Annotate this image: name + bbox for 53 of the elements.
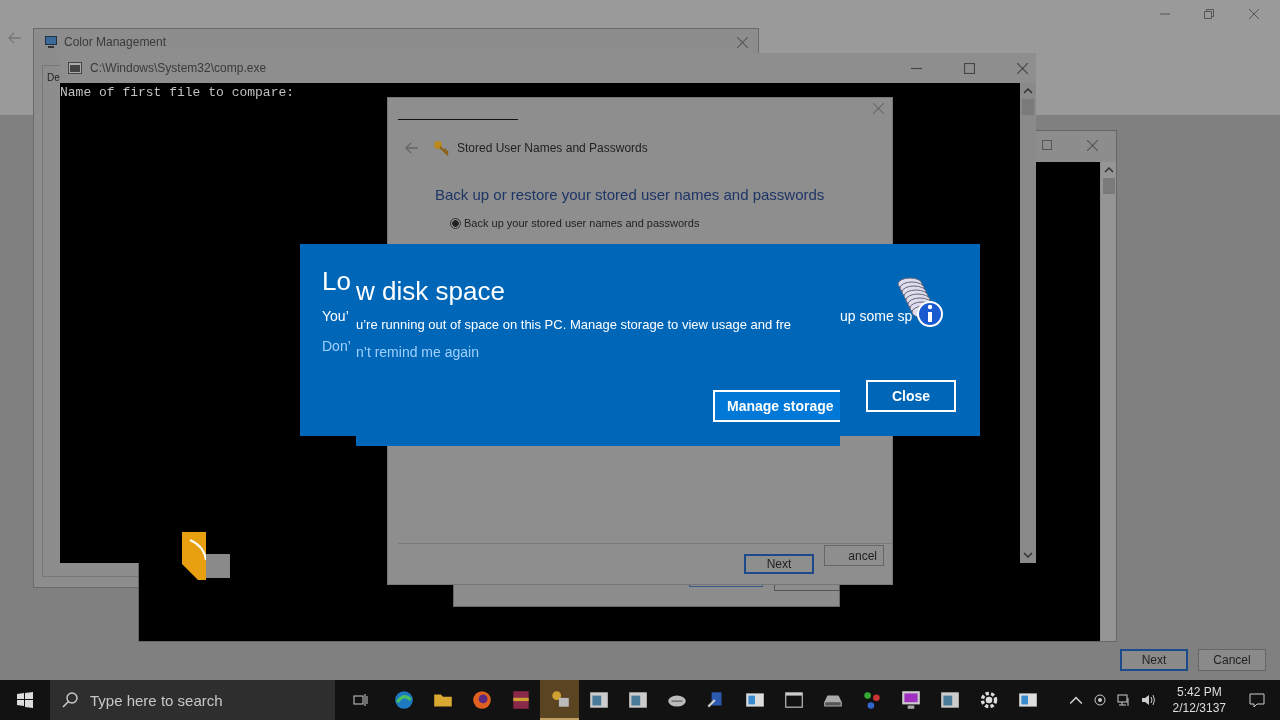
dialog-button[interactable]: Next xyxy=(1120,649,1188,671)
next-button[interactable]: Next xyxy=(744,554,814,574)
radio-button[interactable] xyxy=(450,217,461,229)
page-title: Stored User Names and Passwords xyxy=(457,141,648,155)
clock-date[interactable]: 2/12/3137 xyxy=(1172,700,1226,716)
radio-option[interactable]: Back up your stored user names and passwords xyxy=(388,203,892,229)
monitor-icon xyxy=(899,689,922,711)
task-view-icon[interactable] xyxy=(352,692,368,708)
manage-storage-button[interactable]: Manage storage xyxy=(713,390,840,422)
search-icon xyxy=(62,692,78,708)
notification-message: up some sp xyxy=(840,308,913,324)
dismiss-link[interactable]: Don’ xyxy=(322,338,351,354)
close-icon[interactable] xyxy=(1017,62,1028,74)
clock-time[interactable]: 5:42 PM xyxy=(1176,684,1222,700)
restore-icon[interactable] xyxy=(1204,9,1214,19)
notification-title: Lo xyxy=(322,266,351,297)
clipped-button[interactable]: ancel xyxy=(824,545,884,566)
browser-icon xyxy=(470,689,493,711)
close-icon[interactable] xyxy=(1249,9,1259,19)
dialog-button[interactable]: Cancel xyxy=(1198,649,1266,671)
notification-message: u’re running out of space on this PC. Manage storage to view usage and fre xyxy=(356,317,793,332)
windows-start-icon[interactable] xyxy=(17,692,33,708)
volume-icon[interactable] xyxy=(1140,693,1155,707)
close-button[interactable]: Close xyxy=(866,380,956,412)
heading: Back up or restore your stored user names and passwords xyxy=(434,185,826,203)
fragment-drawing xyxy=(182,532,230,580)
scroll-thumb[interactable] xyxy=(1102,178,1115,194)
dismiss-link[interactable]: n’t remind me again xyxy=(356,344,840,360)
network-icon[interactable] xyxy=(1116,693,1131,707)
scrollbar[interactable] xyxy=(1020,83,1036,563)
console-icon xyxy=(68,62,82,74)
scroll-up-icon[interactable] xyxy=(1023,88,1033,94)
key-icon xyxy=(433,140,449,156)
console-output: Name of first file to compare: xyxy=(60,85,295,100)
window-title: Color Management xyxy=(64,35,168,49)
window-icon xyxy=(938,689,961,711)
search-input[interactable]: Type here to search xyxy=(88,690,322,710)
notification-title: w disk space xyxy=(356,276,506,307)
console-icon xyxy=(782,689,805,711)
window-icon xyxy=(587,689,610,711)
tab[interactable]: De xyxy=(43,66,60,89)
search-bar[interactable]: Type here to search xyxy=(50,680,335,720)
scrollbar[interactable] xyxy=(1101,162,1116,641)
notifications-icon[interactable] xyxy=(1248,692,1266,708)
browser-icon xyxy=(392,689,415,711)
notification-message: You’ xyxy=(322,308,349,324)
camera-icon[interactable] xyxy=(1092,693,1107,707)
scroll-up-icon[interactable] xyxy=(1103,167,1114,173)
monitor-icon xyxy=(44,35,58,49)
maximize-icon[interactable] xyxy=(964,62,975,74)
window-icon xyxy=(626,689,649,711)
scroll-down-icon[interactable] xyxy=(1023,552,1033,558)
window-title: C:\Windows\System32\comp.exe xyxy=(90,61,267,75)
